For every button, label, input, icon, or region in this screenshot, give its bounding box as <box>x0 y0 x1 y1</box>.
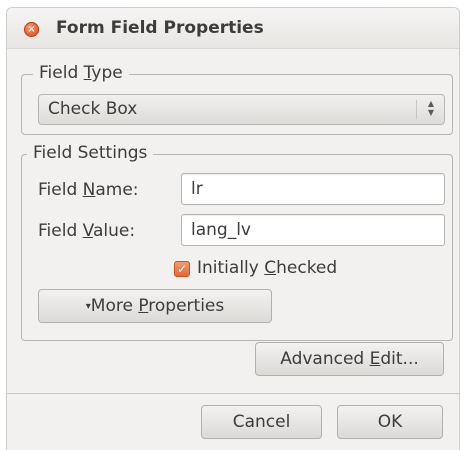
combo-separator <box>416 100 417 119</box>
initially-checked-label[interactable]: Initially Checked <box>197 258 337 278</box>
field-type-legend: Field Type <box>33 63 129 83</box>
title-bar: × Form Field Properties <box>7 8 459 49</box>
cancel-button[interactable]: Cancel <box>201 405 322 439</box>
field-type-select[interactable]: Check Box ▲ ▼ <box>38 94 445 125</box>
ok-button[interactable]: OK <box>337 405 443 439</box>
field-value-label: Field Value: <box>38 221 136 241</box>
field-name-label: Field Name: <box>38 180 139 200</box>
initially-checked-checkbox[interactable]: ✓ <box>174 261 190 277</box>
field-type-selected-value: Check Box <box>48 99 138 119</box>
field-name-value: lr <box>191 179 203 199</box>
dialog-window: × Form Field Properties Field Type Check… <box>7 8 459 450</box>
field-name-input[interactable]: lr <box>181 173 445 205</box>
button-separator <box>7 393 459 394</box>
dialog-title: Form Field Properties <box>56 18 264 38</box>
field-value-input[interactable]: lang_lv <box>181 214 445 246</box>
more-properties-button[interactable]: ▾More Properties <box>38 289 272 323</box>
spinner-arrows-icon: ▲ ▼ <box>427 99 435 117</box>
field-settings-legend: Field Settings <box>27 143 154 163</box>
advanced-edit-button[interactable]: Advanced Edit... <box>255 342 444 376</box>
close-icon[interactable]: × <box>24 22 39 37</box>
checkmark-icon: ✓ <box>176 262 188 276</box>
field-value-value: lang_lv <box>191 220 251 240</box>
